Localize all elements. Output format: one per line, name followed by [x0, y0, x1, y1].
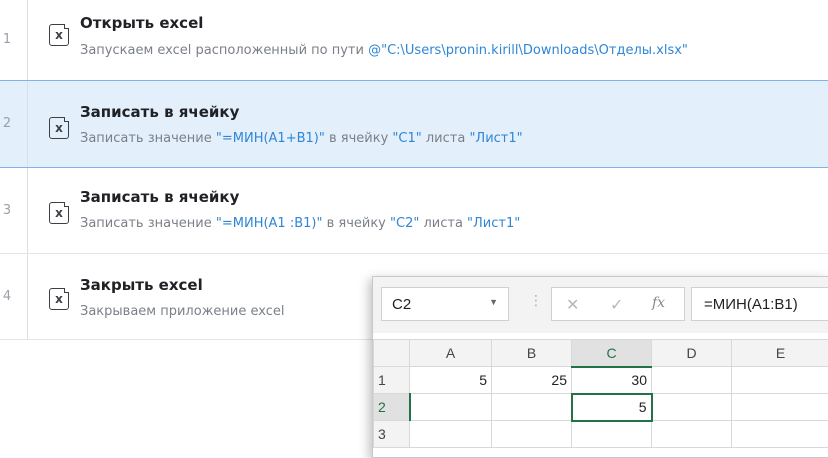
step-title: Открыть excel: [80, 14, 203, 32]
cell-d3[interactable]: [652, 421, 732, 448]
step-description: Записать значение "=МИН(A1+B1)" в ячейку…: [80, 131, 523, 146]
formula-buttons: ✕ ✓ fx: [551, 287, 685, 321]
step-gutter: 3: [0, 168, 28, 253]
row-header[interactable]: 3: [374, 421, 410, 448]
column-header-b[interactable]: B: [492, 340, 572, 367]
cell-e2[interactable]: [732, 394, 828, 421]
cell-value: "C1": [392, 131, 421, 146]
cell-b3[interactable]: [492, 421, 572, 448]
table-row: 2 5: [374, 394, 828, 421]
cell-d2[interactable]: [652, 394, 732, 421]
cell-d1[interactable]: [652, 367, 732, 394]
formula-value: =МИН(A1:B1): [704, 296, 798, 313]
table-row: 3: [374, 421, 828, 448]
cell-c1[interactable]: 30: [572, 367, 652, 394]
excel-preview-window: C2 ▼ ⋮ ✕ ✓ fx =МИН(A1:B1) A B C D E: [372, 276, 828, 458]
step-number: 1: [0, 0, 14, 80]
excel-file-icon: x: [49, 24, 69, 46]
row-header[interactable]: 2: [374, 394, 410, 421]
formula-bar: C2 ▼ ⋮ ✕ ✓ fx =МИН(A1:B1): [373, 277, 828, 333]
column-header-row: A B C D E: [374, 340, 828, 367]
sheet-value: "Лист1": [469, 131, 522, 146]
cell-e1[interactable]: [732, 367, 828, 394]
cell-b1[interactable]: 25: [492, 367, 572, 394]
select-all-corner[interactable]: [374, 340, 410, 367]
step-write-cell-c2[interactable]: 3 x Записать в ячейку Записать значение …: [0, 168, 828, 254]
cancel-icon[interactable]: ✕: [566, 295, 579, 314]
step-title: Записать в ячейку: [80, 103, 239, 121]
cell-c2-selected[interactable]: 5: [572, 394, 652, 421]
column-header-d[interactable]: D: [652, 340, 732, 367]
separator-icon: ⋮: [529, 293, 543, 309]
excel-file-icon: x: [49, 117, 69, 139]
cell-value: "C2": [390, 216, 419, 231]
step-open-excel[interactable]: 1 x Открыть excel Запускаем excel распол…: [0, 0, 828, 86]
step-description: Записать значение "=МИН(A1 :B1)" в ячейк…: [80, 216, 520, 231]
step-gutter: 1: [0, 0, 28, 85]
step-gutter: 2: [0, 81, 28, 167]
cell-c3[interactable]: [572, 421, 652, 448]
formula-value: "=МИН(A1+B1)": [216, 131, 325, 146]
cell-e3[interactable]: [732, 421, 828, 448]
excel-file-icon: x: [49, 288, 69, 310]
step-title: Закрыть excel: [80, 276, 203, 294]
sheet-value: "Лист1": [467, 216, 520, 231]
table-row: 1 5 25 30: [374, 367, 828, 394]
formula-value: "=МИН(A1 :B1)": [216, 216, 323, 231]
cell-b2[interactable]: [492, 394, 572, 421]
step-description: Закрываем приложение excel: [80, 304, 284, 319]
name-box-value: C2: [392, 296, 411, 313]
spreadsheet-grid: A B C D E 1 5 25 30 2 5: [373, 339, 828, 448]
step-description: Запускаем excel расположенный по пути @"…: [80, 43, 688, 58]
name-box[interactable]: C2 ▼: [381, 287, 509, 321]
dropdown-arrow-icon[interactable]: ▼: [489, 297, 498, 307]
step-gutter: 4: [0, 254, 28, 339]
file-path-value: @"C:\Users\pronin.kirill\Downloads\Отдел…: [368, 43, 688, 58]
cell-a2[interactable]: [410, 394, 492, 421]
insert-function-icon[interactable]: fx: [652, 295, 665, 311]
column-header-a[interactable]: A: [410, 340, 492, 367]
column-header-e[interactable]: E: [732, 340, 828, 367]
cell-a1[interactable]: 5: [410, 367, 492, 394]
cell-a3[interactable]: [410, 421, 492, 448]
formula-input[interactable]: =МИН(A1:B1): [691, 287, 828, 321]
step-title: Записать в ячейку: [80, 188, 239, 206]
row-header[interactable]: 1: [374, 367, 410, 394]
step-write-cell-c1[interactable]: 2 x Записать в ячейку Записать значение …: [0, 80, 828, 168]
excel-file-icon: x: [49, 202, 69, 224]
step-number: 2: [0, 81, 14, 167]
step-number: 4: [0, 254, 14, 340]
enter-icon[interactable]: ✓: [610, 295, 623, 314]
column-header-c[interactable]: C: [572, 340, 652, 367]
step-number: 3: [0, 168, 14, 254]
